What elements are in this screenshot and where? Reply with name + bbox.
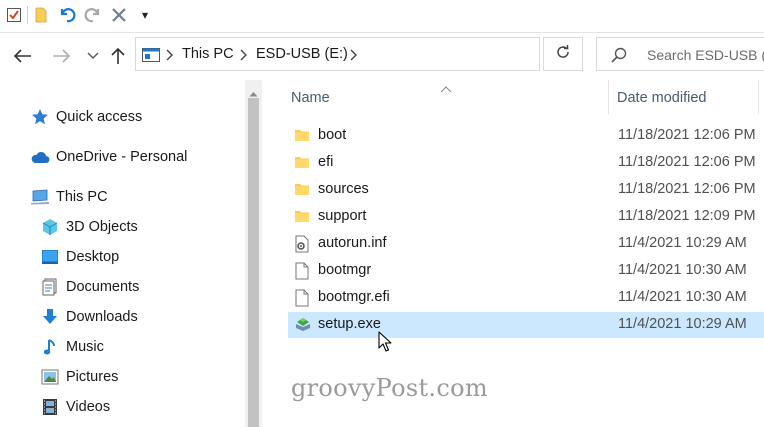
column-header-name[interactable]: Name xyxy=(291,90,330,106)
sidebar-item-desktop[interactable]: Desktop xyxy=(40,244,119,270)
sidebar-item-label: Pictures xyxy=(66,369,119,385)
file-row[interactable]: autorun.inf 11/4/2021 10:29 AM xyxy=(288,231,764,257)
download-arrow-icon xyxy=(40,307,60,327)
folder-icon xyxy=(294,127,312,145)
search-icon xyxy=(611,47,627,68)
breadcrumb-chevron-icon[interactable] xyxy=(240,48,248,66)
file-date-modified: 11/18/2021 12:06 PM xyxy=(618,127,756,143)
recent-locations-chevron-icon[interactable] xyxy=(82,45,104,67)
file-name: boot xyxy=(318,127,347,143)
sidebar-item-label: Documents xyxy=(66,279,140,295)
sidebar-scrollbar[interactable] xyxy=(245,80,262,427)
refresh-button[interactable] xyxy=(543,37,583,71)
music-note-icon xyxy=(40,337,60,357)
sidebar-item-label: Quick access xyxy=(56,109,143,125)
quick-access-toolbar: ▾ xyxy=(0,0,764,32)
file-row[interactable]: boot 11/18/2021 12:06 PM xyxy=(288,123,764,149)
file-date-modified: 11/4/2021 10:30 AM xyxy=(618,289,747,305)
sidebar-item-label: This PC xyxy=(56,189,108,205)
computer-icon xyxy=(30,187,50,207)
breadcrumb-chevron-icon[interactable] xyxy=(350,48,358,66)
file-name: bootmgr xyxy=(318,262,372,278)
file-row[interactable]: efi 11/18/2021 12:06 PM xyxy=(288,150,764,176)
file-date-modified: 11/4/2021 10:29 AM xyxy=(618,235,747,251)
folder-icon xyxy=(294,154,312,172)
sidebar-item-music[interactable]: Music xyxy=(40,334,104,360)
file-name: support xyxy=(318,208,367,224)
file-date-modified: 11/4/2021 10:30 AM xyxy=(618,262,747,278)
undo-icon[interactable] xyxy=(56,4,78,26)
sidebar-item-this-pc[interactable]: This PC xyxy=(30,184,108,210)
file-row[interactable]: bootmgr 11/4/2021 10:30 AM xyxy=(288,258,764,284)
sidebar-item-pictures[interactable]: Pictures xyxy=(40,364,118,390)
search-placeholder[interactable]: Search ESD-USB (E:) xyxy=(647,47,764,63)
up-arrow-icon[interactable] xyxy=(107,45,129,67)
star-icon xyxy=(30,107,50,127)
file-row[interactable]: setup.exe 11/4/2021 10:29 AM xyxy=(288,312,764,338)
file-name: efi xyxy=(318,154,334,170)
file-name: autorun.inf xyxy=(318,235,387,251)
breadcrumb-this-pc[interactable]: This PC xyxy=(182,46,234,62)
new-folder-icon[interactable] xyxy=(30,4,52,26)
delete-icon[interactable] xyxy=(108,4,130,26)
folder-icon xyxy=(294,208,312,226)
file-date-modified: 11/4/2021 10:29 AM xyxy=(618,316,747,332)
file-row[interactable]: sources 11/18/2021 12:06 PM xyxy=(288,177,764,203)
scrollbar-thumb[interactable] xyxy=(248,98,259,427)
breadcrumb-esd-usb[interactable]: ESD-USB (E:) xyxy=(256,46,348,62)
column-header-date-modified[interactable]: Date modified xyxy=(617,90,706,106)
file-row[interactable]: bootmgr.efi 11/4/2021 10:30 AM xyxy=(288,285,764,311)
file-name: bootmgr.efi xyxy=(318,289,390,305)
sidebar-item-label: Music xyxy=(66,339,104,355)
file-icon xyxy=(294,289,312,307)
folder-icon xyxy=(294,181,312,199)
sidebar-item-label: Downloads xyxy=(66,309,138,325)
film-icon xyxy=(40,397,60,417)
file-name: setup.exe xyxy=(318,316,381,332)
navigation-pane: Quick access OneDrive - Personal This PC… xyxy=(0,80,245,427)
properties-icon[interactable] xyxy=(3,4,25,26)
watermark: groovyPost.com xyxy=(291,374,488,402)
sidebar-item-label: OneDrive - Personal xyxy=(56,149,188,165)
sidebar-item-3d-objects[interactable]: 3D Objects xyxy=(40,214,138,240)
sidebar-item-quick-access[interactable]: Quick access xyxy=(30,104,142,130)
file-date-modified: 11/18/2021 12:09 PM xyxy=(618,208,756,224)
sidebar-item-label: 3D Objects xyxy=(66,219,138,235)
documents-icon xyxy=(40,277,60,297)
pictures-icon xyxy=(40,367,60,387)
refresh-icon xyxy=(555,44,571,65)
setup-exe-icon xyxy=(294,316,312,334)
customize-toolbar-button[interactable]: ▾ xyxy=(134,4,156,26)
redo-icon[interactable] xyxy=(82,4,104,26)
forward-arrow-icon[interactable] xyxy=(50,45,72,67)
cloud-icon xyxy=(30,147,50,167)
back-arrow-icon[interactable] xyxy=(12,45,34,67)
file-date-modified: 11/18/2021 12:06 PM xyxy=(618,181,756,197)
address-bar[interactable]: This PC ESD-USB (E:) xyxy=(135,37,655,71)
sidebar-item-downloads[interactable]: Downloads xyxy=(40,304,138,330)
sidebar-item-onedrive[interactable]: OneDrive - Personal xyxy=(30,144,187,170)
this-pc-icon xyxy=(142,48,160,67)
search-box[interactable]: Search ESD-USB (E:) xyxy=(596,37,764,71)
cube-icon xyxy=(40,217,60,237)
mouse-pointer-icon xyxy=(378,331,392,358)
sidebar-item-documents[interactable]: Documents xyxy=(40,274,139,300)
sidebar-item-videos[interactable]: Videos xyxy=(40,394,110,420)
file-name: sources xyxy=(318,181,369,197)
sort-ascending-icon xyxy=(440,80,452,98)
breadcrumb-chevron-icon[interactable] xyxy=(166,48,174,66)
file-icon xyxy=(294,262,312,280)
settings-file-icon xyxy=(294,235,312,253)
file-date-modified: 11/18/2021 12:06 PM xyxy=(618,154,756,170)
sidebar-item-label: Videos xyxy=(66,399,111,415)
desktop-icon xyxy=(40,247,60,267)
sidebar-item-label: Desktop xyxy=(66,249,120,265)
file-row[interactable]: support 11/18/2021 12:09 PM xyxy=(288,204,764,230)
